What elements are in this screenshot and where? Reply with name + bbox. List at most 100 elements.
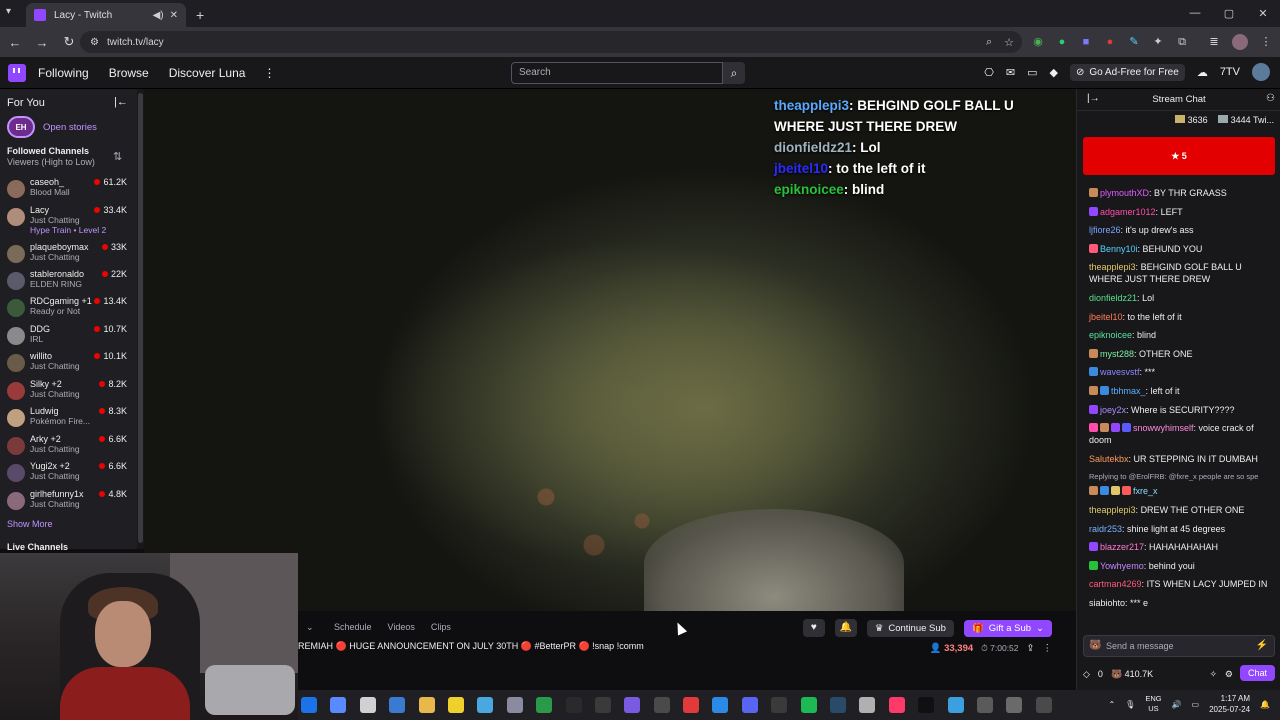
chat-badge-icon[interactable] [1111,486,1120,496]
chat-username[interactable]: joey2x [1100,405,1126,415]
browser-tab[interactable]: Lacy - Twitch ◀) ✕ [26,3,186,27]
taskbar-app-icon[interactable] [447,697,464,713]
taskbar-app-icon[interactable] [1035,697,1052,713]
close-tab-icon[interactable]: ✕ [170,10,178,21]
extension-icon[interactable]: ◉ [1030,34,1046,50]
chat-message[interactable]: tbhmax_: left of it [1089,385,1275,397]
tab-search-icon[interactable]: ▾ [6,6,11,17]
chat-badge-icon[interactable] [1122,486,1131,496]
emote-picker-icon[interactable]: ⚡ [1256,640,1268,651]
chat-badge-icon[interactable] [1089,404,1098,414]
chat-badge-icon[interactable] [1089,423,1098,433]
taskbar-app-icon[interactable] [536,697,553,713]
taskbar-app-icon[interactable] [1006,697,1023,713]
chat-message[interactable]: cartman4269: ITS WHEN LACY JUMPED IN [1089,578,1275,590]
video-player[interactable]: theapplepi3: BEHGIND GOLF BALL U WHERE J… [144,89,1076,611]
chat-username[interactable]: snowwyhimself [1133,423,1194,433]
chat-username[interactable]: Yowhyemo [1100,561,1144,571]
chat-username[interactable]: theapplepi3 [1089,505,1136,515]
chat-username[interactable]: fxre_x [1133,486,1158,496]
inbox-icon[interactable]: ✉ [1006,66,1015,79]
speaker-icon[interactable]: ◀) [153,10,164,21]
new-tab-button[interactable]: + [196,7,204,23]
chat-badge-icon[interactable] [1089,348,1098,358]
chat-message[interactable]: joey2x: Where is SECURITY???? [1089,404,1275,416]
extension-icon[interactable]: ☁ [1197,66,1208,79]
continue-sub-button[interactable]: ♛ Continue Sub [866,619,954,637]
maximize-icon[interactable]: ▢ [1212,0,1246,26]
chat-message[interactable]: wavesvstf: *** [1089,366,1275,378]
chat-username[interactable]: plymouthXD [1100,188,1149,198]
taskbar-app-icon[interactable] [330,697,347,713]
chat-badge-icon[interactable] [1089,188,1098,197]
minimize-icon[interactable]: — [1178,0,1212,26]
user-avatar[interactable] [1252,63,1270,81]
leaderboard[interactable]: 3636 3444 Twi... [1175,115,1274,125]
chat-badge-icon[interactable] [1089,243,1098,253]
follow-heart-icon[interactable]: ♥ [802,619,825,637]
chat-badge-icon[interactable] [1089,385,1098,395]
taskbar-app-icon[interactable] [565,697,582,713]
chat-message[interactable]: Replying to @ErolFRB: @fxre_x people are… [1089,471,1275,497]
chat-username[interactable]: Benny10i [1100,244,1138,254]
mic-icon[interactable]: 🎙 [1125,700,1135,709]
sidebar-channel[interactable]: DDG IRL 10.7K [7,324,131,350]
chat-extension-icon[interactable]: ⚙ [1225,669,1233,680]
show-more-link[interactable]: Show More [7,519,53,529]
chat-username[interactable]: jbeitel10 [1089,312,1123,322]
taskbar-app-icon[interactable] [506,697,523,713]
twitch-logo-icon[interactable] [8,63,26,82]
notifications-bell-icon[interactable]: 🔔 [834,619,857,637]
sidebar-channel[interactable]: stableronaldo ELDEN RING 22K [7,269,131,295]
sidebar-channel[interactable]: willito Just Chatting 10.1K [7,351,131,377]
volume-icon[interactable]: 🔊 [1172,700,1182,709]
chat-username[interactable]: tbhmax_ [1111,386,1146,396]
chat-message[interactable]: siabiohto: *** e [1089,597,1275,609]
chevron-down-icon[interactable]: ⌄ [306,622,314,633]
chat-message[interactable]: raidr253: shine light at 45 degrees [1089,523,1275,535]
chat-message[interactable]: Benny10i: BEHUND YOU [1089,243,1275,255]
chat-badge-icon[interactable] [1089,206,1098,216]
search-icon[interactable]: ⌕ [723,62,745,84]
tray-overflow-icon[interactable]: ⌃ [1108,700,1115,709]
sidebar-channel[interactable]: Yugi2x +2 Just Chatting 6.6K [7,461,131,487]
prime-loot-icon[interactable]: ⎔ [984,66,994,79]
tab-videos[interactable]: Videos [388,622,415,632]
sidebar-channel[interactable]: plaqueboymax Just Chatting 33K [7,242,131,268]
battery-icon[interactable]: ▭ [1192,700,1200,709]
taskbar-app-icon[interactable] [918,697,935,713]
share-icon[interactable]: ⇪ [1027,643,1035,654]
nav-following[interactable]: Following [38,66,89,80]
taskbar-app-icon[interactable] [830,697,847,713]
taskbar-app-icon[interactable] [301,697,317,713]
sidebar-channel[interactable]: Lacy Just Chatting Hype Train • Level 2 33.… [7,205,131,235]
open-stories-button[interactable]: EH Open stories [7,116,97,138]
chat-badge-icon[interactable] [1089,542,1098,552]
chat-badge-icon[interactable] [1089,367,1098,377]
taskbar-app-icon[interactable] [389,697,406,713]
chat-message[interactable]: Yowhyemo: behind youi [1089,560,1275,572]
sidebar-channel[interactable]: Arky +2 Just Chatting 6.6K [7,434,131,460]
sort-icon[interactable]: ⇅ [113,150,122,163]
nav-browse[interactable]: Browse [109,66,149,80]
chat-badge-icon[interactable] [1089,560,1098,570]
chat-badge-icon[interactable] [1122,423,1131,433]
chat-extension-icon[interactable]: ✧ [1209,669,1217,680]
taskbar-app-icon[interactable] [741,697,758,713]
chat-username[interactable]: raidr253 [1089,524,1122,534]
chat-message[interactable]: Salutekbx: UR STEPPING IN IT DUMBAH [1089,453,1275,465]
zoom-icon[interactable]: ⌕ [986,36,992,49]
chat-username[interactable]: wavesvstf [1100,367,1140,377]
chat-username[interactable]: myst288 [1100,349,1134,359]
chat-badge-icon[interactable] [1100,486,1109,496]
more-options-icon[interactable]: ⋮ [1043,643,1053,654]
go-ad-free-button[interactable]: ⊘ Go Ad-Free for Free [1069,63,1185,81]
reading-list-icon[interactable]: ≣ [1206,34,1222,50]
taskbar-app-icon[interactable] [976,697,993,713]
sidebar-channel[interactable]: Ludwig Pokémon Fire... 8.3K [7,406,131,432]
taskbar-app-icon[interactable] [624,697,641,713]
chat-username[interactable]: cartman4269 [1089,579,1142,589]
extension-icon[interactable]: 7TV [1220,66,1240,78]
taskbar-app-icon[interactable] [712,697,729,713]
reload-icon[interactable]: ↻ [57,34,81,50]
